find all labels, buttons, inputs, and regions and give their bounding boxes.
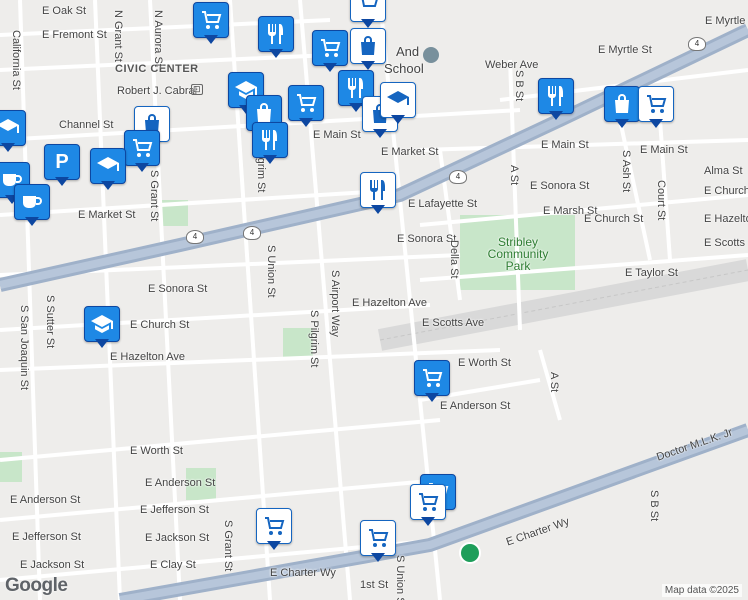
street-label: E Church St	[130, 319, 190, 331]
street-label: E Worth St	[130, 445, 183, 457]
street-label: Channel St	[59, 119, 114, 131]
transit-label: Robert J. Cabral	[117, 85, 198, 97]
shopping-cart-icon[interactable]	[193, 2, 229, 46]
restaurant-icon[interactable]	[360, 172, 396, 216]
street-label: S Grant St	[148, 170, 160, 222]
place-icon[interactable]	[423, 47, 439, 63]
street-label: E Lafayette St	[408, 198, 478, 210]
street-label: E Taylor St	[625, 267, 678, 279]
street-label: E Anderson St	[145, 477, 216, 489]
street-label: S Airport Way	[329, 270, 341, 337]
street-label: S Grant St	[222, 520, 234, 572]
street-label: Della St	[448, 240, 460, 279]
shopping-cart-icon[interactable]	[410, 484, 446, 528]
street-label: E Jackson St	[20, 559, 85, 571]
school-label: School	[384, 61, 424, 76]
map-canvas[interactable]: 4 4 4 4 CIVIC CENTER Robert J. Cabral ⊡ …	[0, 0, 748, 600]
shopping-cart-icon[interactable]	[256, 508, 292, 552]
school-icon[interactable]	[0, 110, 26, 154]
street-label: A St	[548, 372, 560, 393]
street-label: E Hazelton	[704, 213, 748, 225]
street-label: A St	[508, 165, 520, 186]
street-label: E Sonora St	[148, 283, 208, 295]
street-label: E Myrtle St	[598, 44, 652, 56]
street-label: S Union St	[265, 245, 277, 298]
street-label: E Clay St	[150, 559, 196, 571]
street-label: E Jefferson St	[12, 531, 81, 543]
street-label: E Anderson St	[10, 494, 81, 506]
street-label: S Ash St	[620, 150, 632, 193]
google-logo: Google	[5, 575, 68, 596]
street-label: S B St	[648, 490, 660, 522]
street-label: E Worth St	[458, 357, 511, 369]
street-label: S Pilgrim St	[308, 310, 320, 368]
street-label: California St	[10, 30, 22, 90]
school-label: And	[396, 44, 420, 59]
street-label: E Church St	[584, 213, 644, 225]
restaurant-icon[interactable]	[252, 122, 288, 166]
street-label: E Oak St	[42, 5, 87, 17]
freeway-shield: 4	[688, 37, 706, 51]
street-label: E Anderson St	[440, 400, 511, 412]
shopping-bag-icon[interactable]	[350, 28, 386, 72]
map-attribution[interactable]: Map data ©2025	[661, 584, 742, 597]
street-label: E Hazelton Ave	[352, 297, 428, 309]
street-label: E Church St	[704, 185, 748, 197]
shopping-cart-icon[interactable]	[414, 360, 450, 404]
street-label: E Scotts	[704, 237, 745, 249]
street-label: Weber Ave	[485, 59, 539, 71]
school-icon[interactable]	[84, 306, 120, 350]
coffee-icon[interactable]	[14, 184, 50, 228]
shopping-cart-icon[interactable]	[350, 0, 386, 30]
street-label: E Fremont St	[42, 29, 107, 41]
street-label: E Main St	[313, 129, 361, 141]
street-label: E Market St	[381, 146, 439, 158]
street-label: S B St	[513, 70, 525, 102]
street-label: E Myrtle St	[705, 15, 748, 27]
place-icon[interactable]	[459, 542, 481, 564]
school-icon[interactable]	[380, 82, 416, 126]
parking-icon[interactable]: P	[44, 144, 80, 188]
street-label: E Hazelton Ave	[110, 351, 186, 363]
restaurant-icon[interactable]	[258, 16, 294, 60]
school-icon[interactable]	[90, 148, 126, 192]
street-label: E Jefferson St	[140, 504, 209, 516]
street-label: Court St	[655, 180, 667, 221]
freeway-shield: 4	[449, 170, 467, 184]
shopping-cart-icon[interactable]	[124, 130, 160, 174]
shopping-cart-icon[interactable]	[312, 30, 348, 74]
shopping-cart-icon[interactable]	[638, 86, 674, 130]
freeway-shield: 4	[243, 226, 261, 240]
shopping-bag-icon[interactable]	[604, 86, 640, 130]
freeway-shield: 4	[186, 230, 204, 244]
shopping-cart-icon[interactable]	[360, 520, 396, 564]
street-label: E Scotts Ave	[422, 317, 485, 329]
street-label: E Main St	[640, 144, 688, 156]
shopping-cart-icon[interactable]	[288, 85, 324, 129]
restaurant-icon[interactable]	[538, 78, 574, 122]
street-label: 1st St	[360, 579, 389, 591]
street-label: S San Joaquin St	[18, 305, 30, 391]
street-label: S Sutter St	[44, 295, 56, 349]
park-label[interactable]: Stribley Community Park	[482, 236, 554, 272]
street-label: E Main St	[541, 139, 589, 151]
street-label: N Aurora St	[152, 10, 164, 67]
street-label: E Jackson St	[145, 532, 210, 544]
marker-box	[193, 2, 229, 38]
transit-icon: ⊡	[191, 84, 203, 95]
street-label: E Charter Wy	[270, 567, 336, 579]
street-label: N Grant St	[112, 10, 124, 62]
street-label: Alma St	[704, 165, 743, 177]
street-label: E Market St	[78, 209, 136, 221]
street-label: E Sonora St	[530, 180, 590, 192]
